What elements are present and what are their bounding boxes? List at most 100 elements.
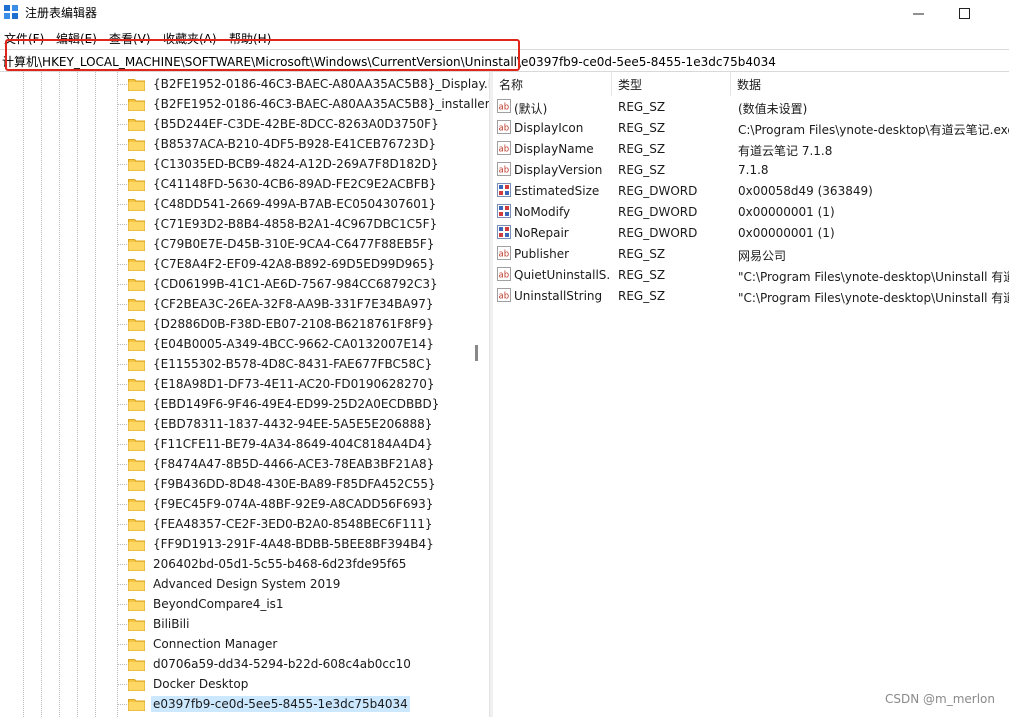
- tree-item-label: {E18A98D1-DF73-4E11-AC20-FD0190628270}: [153, 377, 435, 391]
- column-header-type[interactable]: 类型: [612, 72, 731, 96]
- value-type: REG_SZ: [618, 121, 666, 135]
- tree-item[interactable]: {C41148FD-5630-4CB6-89AD-FE2C9E2ACBFB}: [128, 174, 439, 194]
- tree-item[interactable]: {FEA48357-CE2F-3ED0-B2A0-8548BEC6F111}: [128, 514, 435, 534]
- folder-icon: [128, 498, 145, 511]
- folder-icon: [128, 98, 145, 111]
- address-bar[interactable]: 计算机\HKEY_LOCAL_MACHINE\SOFTWARE\Microsof…: [0, 49, 1009, 72]
- tree-item[interactable]: {C7E8A4F2-EF09-42A8-B892-69D5ED99D965}: [128, 254, 437, 274]
- value-data: (数值未设置): [738, 102, 808, 116]
- tree-item-label: {EBD149F6-9F46-49E4-ED99-25D2A0ECDBBD}: [153, 397, 440, 411]
- value-row[interactable]: EstimatedSize REG_DWORD 0x00058d49 (363849…: [493, 181, 1009, 202]
- tree-item[interactable]: {F9EC45F9-074A-48BF-92E9-A8CADD56F693}: [128, 494, 435, 514]
- tree-item[interactable]: {FF9D1913-291F-4A48-BDBB-5BEE8BF394B4}: [128, 534, 436, 554]
- dword-value-icon: [497, 204, 511, 218]
- title-bar: 注册表编辑器: [0, 0, 1009, 26]
- menu-edit[interactable]: 编辑(E): [56, 30, 97, 47]
- tree-item[interactable]: BiliBili: [128, 614, 191, 634]
- value-row[interactable]: ab (默认) REG_SZ (数值未设置): [493, 97, 1009, 118]
- tree-item[interactable]: {F11CFE11-BE79-4A34-8649-404C8184A4D4}: [128, 434, 435, 454]
- tree-item[interactable]: Connection Manager: [128, 634, 279, 654]
- address-path[interactable]: 计算机\HKEY_LOCAL_MACHINE\SOFTWARE\Microsof…: [2, 53, 776, 70]
- splitter-grip[interactable]: [475, 345, 478, 361]
- value-name: DisplayIcon: [514, 121, 584, 135]
- tree-item[interactable]: {C48DD541-2669-499A-B7AB-EC0504307601}: [128, 194, 438, 214]
- tree-item[interactable]: {F8474A47-8B5D-4466-ACE3-78EAB3BF21A8}: [128, 454, 436, 474]
- tree-item[interactable]: {CF2BEA3C-26EA-32F8-AA9B-331F7E34BA97}: [128, 294, 436, 314]
- tree-connector: [117, 544, 127, 545]
- tree-item[interactable]: {C71E93D2-B8B4-4858-B2A1-4C967DBC1C5F}: [128, 214, 439, 234]
- folder-icon: [128, 438, 145, 451]
- tree-item[interactable]: {EBD149F6-9F46-49E4-ED99-25D2A0ECDBBD}: [128, 394, 441, 414]
- tree-item[interactable]: {B2FE1952-0186-46C3-BAEC-A80AA35AC5B8}_i…: [128, 94, 489, 114]
- folder-icon: [128, 298, 145, 311]
- tree-item[interactable]: {CD06199B-41C1-AE6D-7567-984CC68792C3}: [128, 274, 440, 294]
- tree-item-label: {C7E8A4F2-EF09-42A8-B892-69D5ED99D965}: [153, 257, 436, 271]
- value-row[interactable]: NoRepair REG_DWORD 0x00000001 (1): [493, 223, 1009, 244]
- tree-item[interactable]: {B2FE1952-0186-46C3-BAEC-A80AA35AC5B8}_D…: [128, 74, 489, 94]
- tree-item[interactable]: {EBD78311-1837-4432-94EE-5A5E5E206888}: [128, 414, 434, 434]
- tree-item[interactable]: {E1155302-B578-4D8C-8431-FAE677FBC58C}: [128, 354, 434, 374]
- tree-connector: [117, 404, 127, 405]
- tree-item[interactable]: {B5D244EF-C3DE-42BE-8DCC-8263A0D3750F}: [128, 114, 441, 134]
- minimize-icon: [912, 13, 924, 14]
- folder-icon: [128, 478, 145, 491]
- tree-item-label: {CF2BEA3C-26EA-32F8-AA9B-331F7E34BA97}: [153, 297, 434, 311]
- value-data: 7.1.8: [738, 163, 769, 177]
- values-pane[interactable]: 名称 类型 数据 ab (默认) REG_SZ (数值未设置) ab DisplayIco…: [493, 72, 1009, 717]
- tree-item[interactable]: {F9B436DD-8D48-430E-BA89-F85DFA452C55}: [128, 474, 438, 494]
- tree-item[interactable]: {B8537ACA-B210-4DF5-B928-E41CEB76723D}: [128, 134, 438, 154]
- value-row[interactable]: ab Publisher REG_SZ 网易公司: [493, 244, 1009, 265]
- value-name: EstimatedSize: [514, 184, 600, 198]
- menu-file[interactable]: 文件(F): [4, 30, 44, 47]
- tree-connector: [117, 664, 127, 665]
- value-name: DisplayVersion: [514, 163, 603, 177]
- tree-item-label: {E04B0005-A349-4BCC-9662-CA0132007E14}: [153, 337, 434, 351]
- menu-help[interactable]: 帮助(H): [229, 30, 271, 47]
- value-type: REG_SZ: [618, 163, 666, 177]
- tree-item[interactable]: Docker Desktop: [128, 674, 250, 694]
- value-row[interactable]: ab UninstallString REG_SZ "C:\Program Files…: [493, 286, 1009, 307]
- value-row[interactable]: NoModify REG_DWORD 0x00000001 (1): [493, 202, 1009, 223]
- value-data: 0x00000001 (1): [738, 205, 835, 219]
- folder-icon: [128, 518, 145, 531]
- tree-item[interactable]: {D2886D0B-F38D-EB07-2108-B6218761F8F9}: [128, 314, 436, 334]
- value-data: 0x00000001 (1): [738, 226, 835, 240]
- minimize-button[interactable]: [895, 0, 941, 26]
- column-header-data[interactable]: 数据: [731, 72, 1009, 96]
- tree-item-label: {F9B436DD-8D48-430E-BA89-F85DFA452C55}: [153, 477, 436, 491]
- tree-item-label: Advanced Design System 2019: [153, 577, 341, 591]
- value-row[interactable]: ab DisplayName REG_SZ 有道云笔记 7.1.8: [493, 139, 1009, 160]
- folder-icon: [128, 318, 145, 331]
- key-tree-pane[interactable]: {B2FE1952-0186-46C3-BAEC-A80AA35AC5B8}_D…: [0, 72, 489, 717]
- tree-item-label: Connection Manager: [153, 637, 278, 651]
- folder-icon: [128, 158, 145, 171]
- tree-item-label: {B8537ACA-B210-4DF5-B928-E41CEB76723D}: [153, 137, 436, 151]
- tree-item[interactable]: e0397fb9-ce0d-5ee5-8455-1e3dc75b4034: [128, 694, 410, 714]
- tree-item-label: {FF9D1913-291F-4A48-BDBB-5BEE8BF394B4}: [153, 537, 434, 551]
- tree-item[interactable]: {E18A98D1-DF73-4E11-AC20-FD0190628270}: [128, 374, 437, 394]
- window-title: 注册表编辑器: [25, 6, 98, 20]
- menu-view[interactable]: 查看(V): [109, 30, 151, 47]
- tree-item-label: {C13035ED-BCB9-4824-A12D-269A7F8D182D}: [153, 157, 439, 171]
- tree-item[interactable]: {C79B0E7E-D45B-310E-9CA4-C6477F88EB5F}: [128, 234, 436, 254]
- menu-favorites[interactable]: 收藏夹(A): [163, 30, 217, 47]
- maximize-button[interactable]: [941, 0, 987, 26]
- tree-connector: [117, 304, 127, 305]
- value-row[interactable]: ab DisplayIcon REG_SZ C:\Program Files\ynot…: [493, 118, 1009, 139]
- tree-connector: [117, 104, 127, 105]
- tree-item[interactable]: {C13035ED-BCB9-4824-A12D-269A7F8D182D}: [128, 154, 440, 174]
- tree-connector: [117, 164, 127, 165]
- tree-item[interactable]: Advanced Design System 2019: [128, 574, 342, 594]
- tree-item[interactable]: {E04B0005-A349-4BCC-9662-CA0132007E14}: [128, 334, 436, 354]
- watermark: CSDN @m_merlon: [884, 692, 995, 706]
- svg-text:ab: ab: [499, 103, 510, 113]
- registry-editor-icon: [4, 5, 18, 19]
- tree-item[interactable]: BeyondCompare4_is1: [128, 594, 286, 614]
- folder-icon: [128, 698, 145, 711]
- value-row[interactable]: ab DisplayVersion REG_SZ 7.1.8: [493, 160, 1009, 181]
- tree-item[interactable]: 206402bd-05d1-5c55-b468-6d23fde95f65: [128, 554, 408, 574]
- tree-item[interactable]: d0706a59-dd34-5294-b22d-608c4ab0cc10: [128, 654, 413, 674]
- value-row[interactable]: ab QuietUninstallS... REG_SZ "C:\Program Fi…: [493, 265, 1009, 286]
- tree-guide-line: [23, 72, 24, 717]
- column-header-name[interactable]: 名称: [493, 72, 612, 96]
